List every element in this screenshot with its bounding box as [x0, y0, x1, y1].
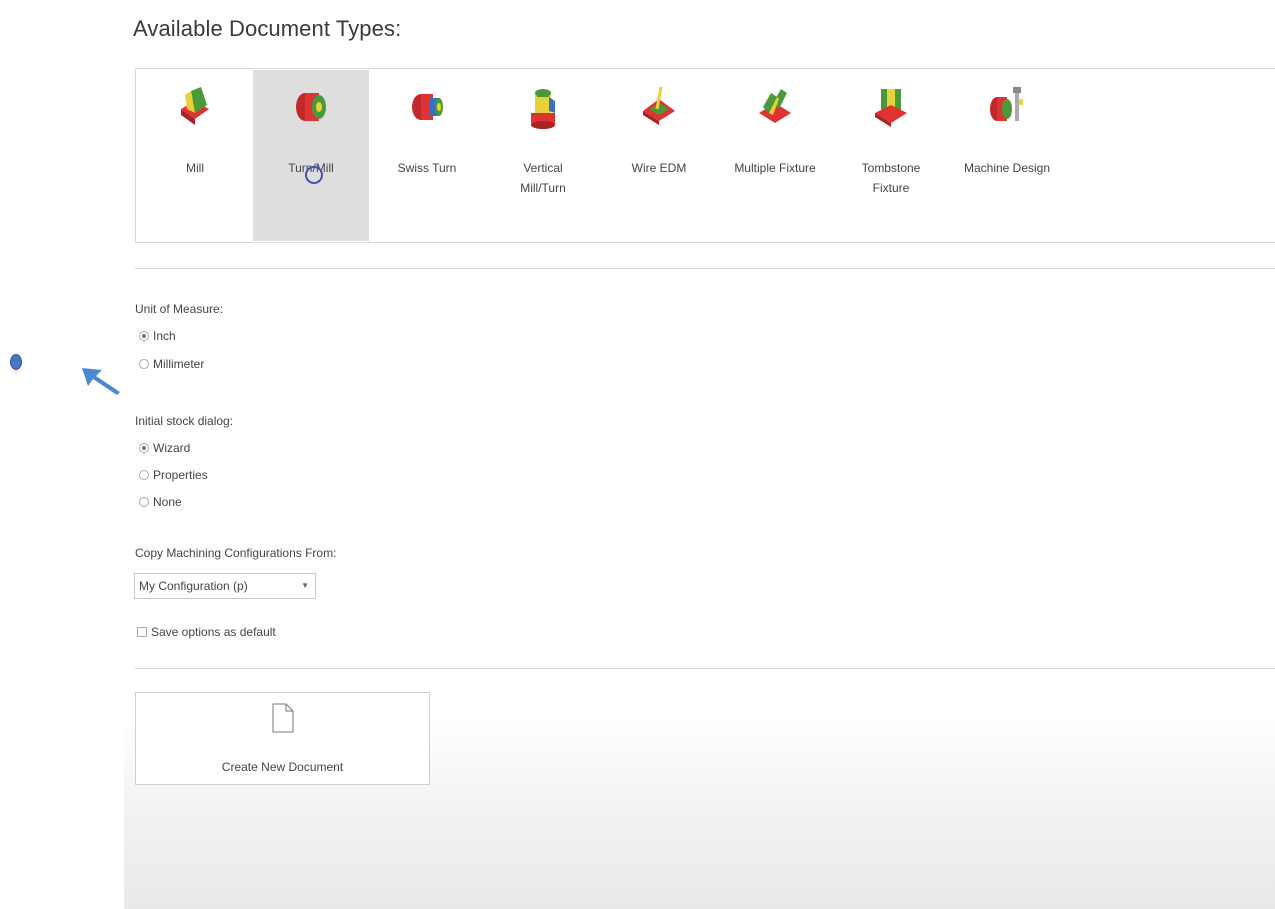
doc-type-tombstone-fixture[interactable]: Tombstone Fixture [833, 70, 949, 241]
radio-button[interactable] [139, 470, 149, 480]
unit-of-measure-label: Unit of Measure: [135, 302, 224, 316]
doc-type-label: Wire EDM [631, 161, 687, 175]
new-document-icon [272, 703, 294, 733]
radio-button[interactable] [139, 443, 149, 453]
doc-type-wire-edm[interactable]: Wire EDM [601, 70, 717, 241]
doc-type-label: Swiss Turn [397, 161, 457, 175]
doc-type-label: Mill [186, 161, 204, 175]
doc-type-swiss-turn[interactable]: Swiss Turn [369, 70, 485, 241]
create-button-label: Create New Document [221, 760, 344, 774]
doc-type-machine-design[interactable]: Machine Design [949, 70, 1065, 241]
radio-label: Wizard [153, 441, 191, 455]
initial-stock-label: Initial stock dialog: [135, 414, 234, 428]
radio-properties[interactable]: Properties [139, 467, 208, 483]
divider [135, 268, 1275, 269]
vertical-mill-turn-icon [531, 89, 555, 129]
radio-button[interactable] [139, 331, 149, 341]
page-title: Available Document Types: [133, 16, 402, 41]
save-default-option[interactable]: Save options as default [137, 625, 276, 639]
radio-label: None [153, 495, 182, 509]
document-types-gallery: Mill Turn/Mill Swiss Turn Vertical Mill/… [135, 68, 1275, 243]
doc-type-label: Machine Design [963, 161, 1051, 175]
radio-inch[interactable]: Inch [139, 328, 176, 344]
machine-design-icon [990, 87, 1023, 121]
mill-icon [181, 87, 209, 125]
doc-type-multiple-fixture[interactable]: Multiple Fixture [717, 70, 833, 241]
radio-none[interactable]: None [139, 494, 182, 510]
copy-config-label: Copy Machining Configurations From: [135, 546, 337, 560]
radio-label: Properties [153, 468, 208, 482]
select-value: My Configuration (p) [139, 579, 248, 593]
chevron-down-icon[interactable]: ▼ [301, 574, 309, 598]
doc-type-label: Tombstone Fixture [861, 161, 921, 195]
doc-type-turn-mill[interactable]: Turn/Mill [253, 70, 369, 241]
annotation-arrow-icon [82, 368, 120, 395]
mouse-cursor-highlight [305, 166, 323, 184]
radio-label: Millimeter [153, 357, 205, 371]
doc-type-vertical-mill-turn[interactable]: Vertical Mill/Turn [485, 70, 601, 241]
save-default-checkbox[interactable] [137, 627, 147, 637]
doc-type-label: Multiple Fixture [734, 161, 816, 175]
annotation-dot [10, 354, 22, 370]
divider [135, 668, 1275, 669]
multiple-fixture-icon [759, 89, 791, 123]
radio-button[interactable] [139, 497, 149, 507]
swiss-turn-icon [412, 94, 443, 120]
tombstone-fixture-icon [875, 89, 907, 127]
doc-type-label: Vertical Mill/Turn [520, 161, 566, 195]
radio-millimeter[interactable]: Millimeter [139, 356, 204, 372]
wire-edm-icon [643, 86, 675, 125]
radio-button[interactable] [139, 359, 149, 369]
radio-wizard[interactable]: Wizard [139, 440, 190, 456]
turn-mill-icon [296, 93, 326, 121]
create-new-document-button[interactable]: Create New Document [135, 692, 430, 785]
radio-label: Inch [153, 329, 176, 343]
checkbox-label: Save options as default [151, 625, 276, 639]
doc-type-mill[interactable]: Mill [137, 70, 253, 241]
configuration-select[interactable]: My Configuration (p) ▼ [134, 573, 316, 599]
